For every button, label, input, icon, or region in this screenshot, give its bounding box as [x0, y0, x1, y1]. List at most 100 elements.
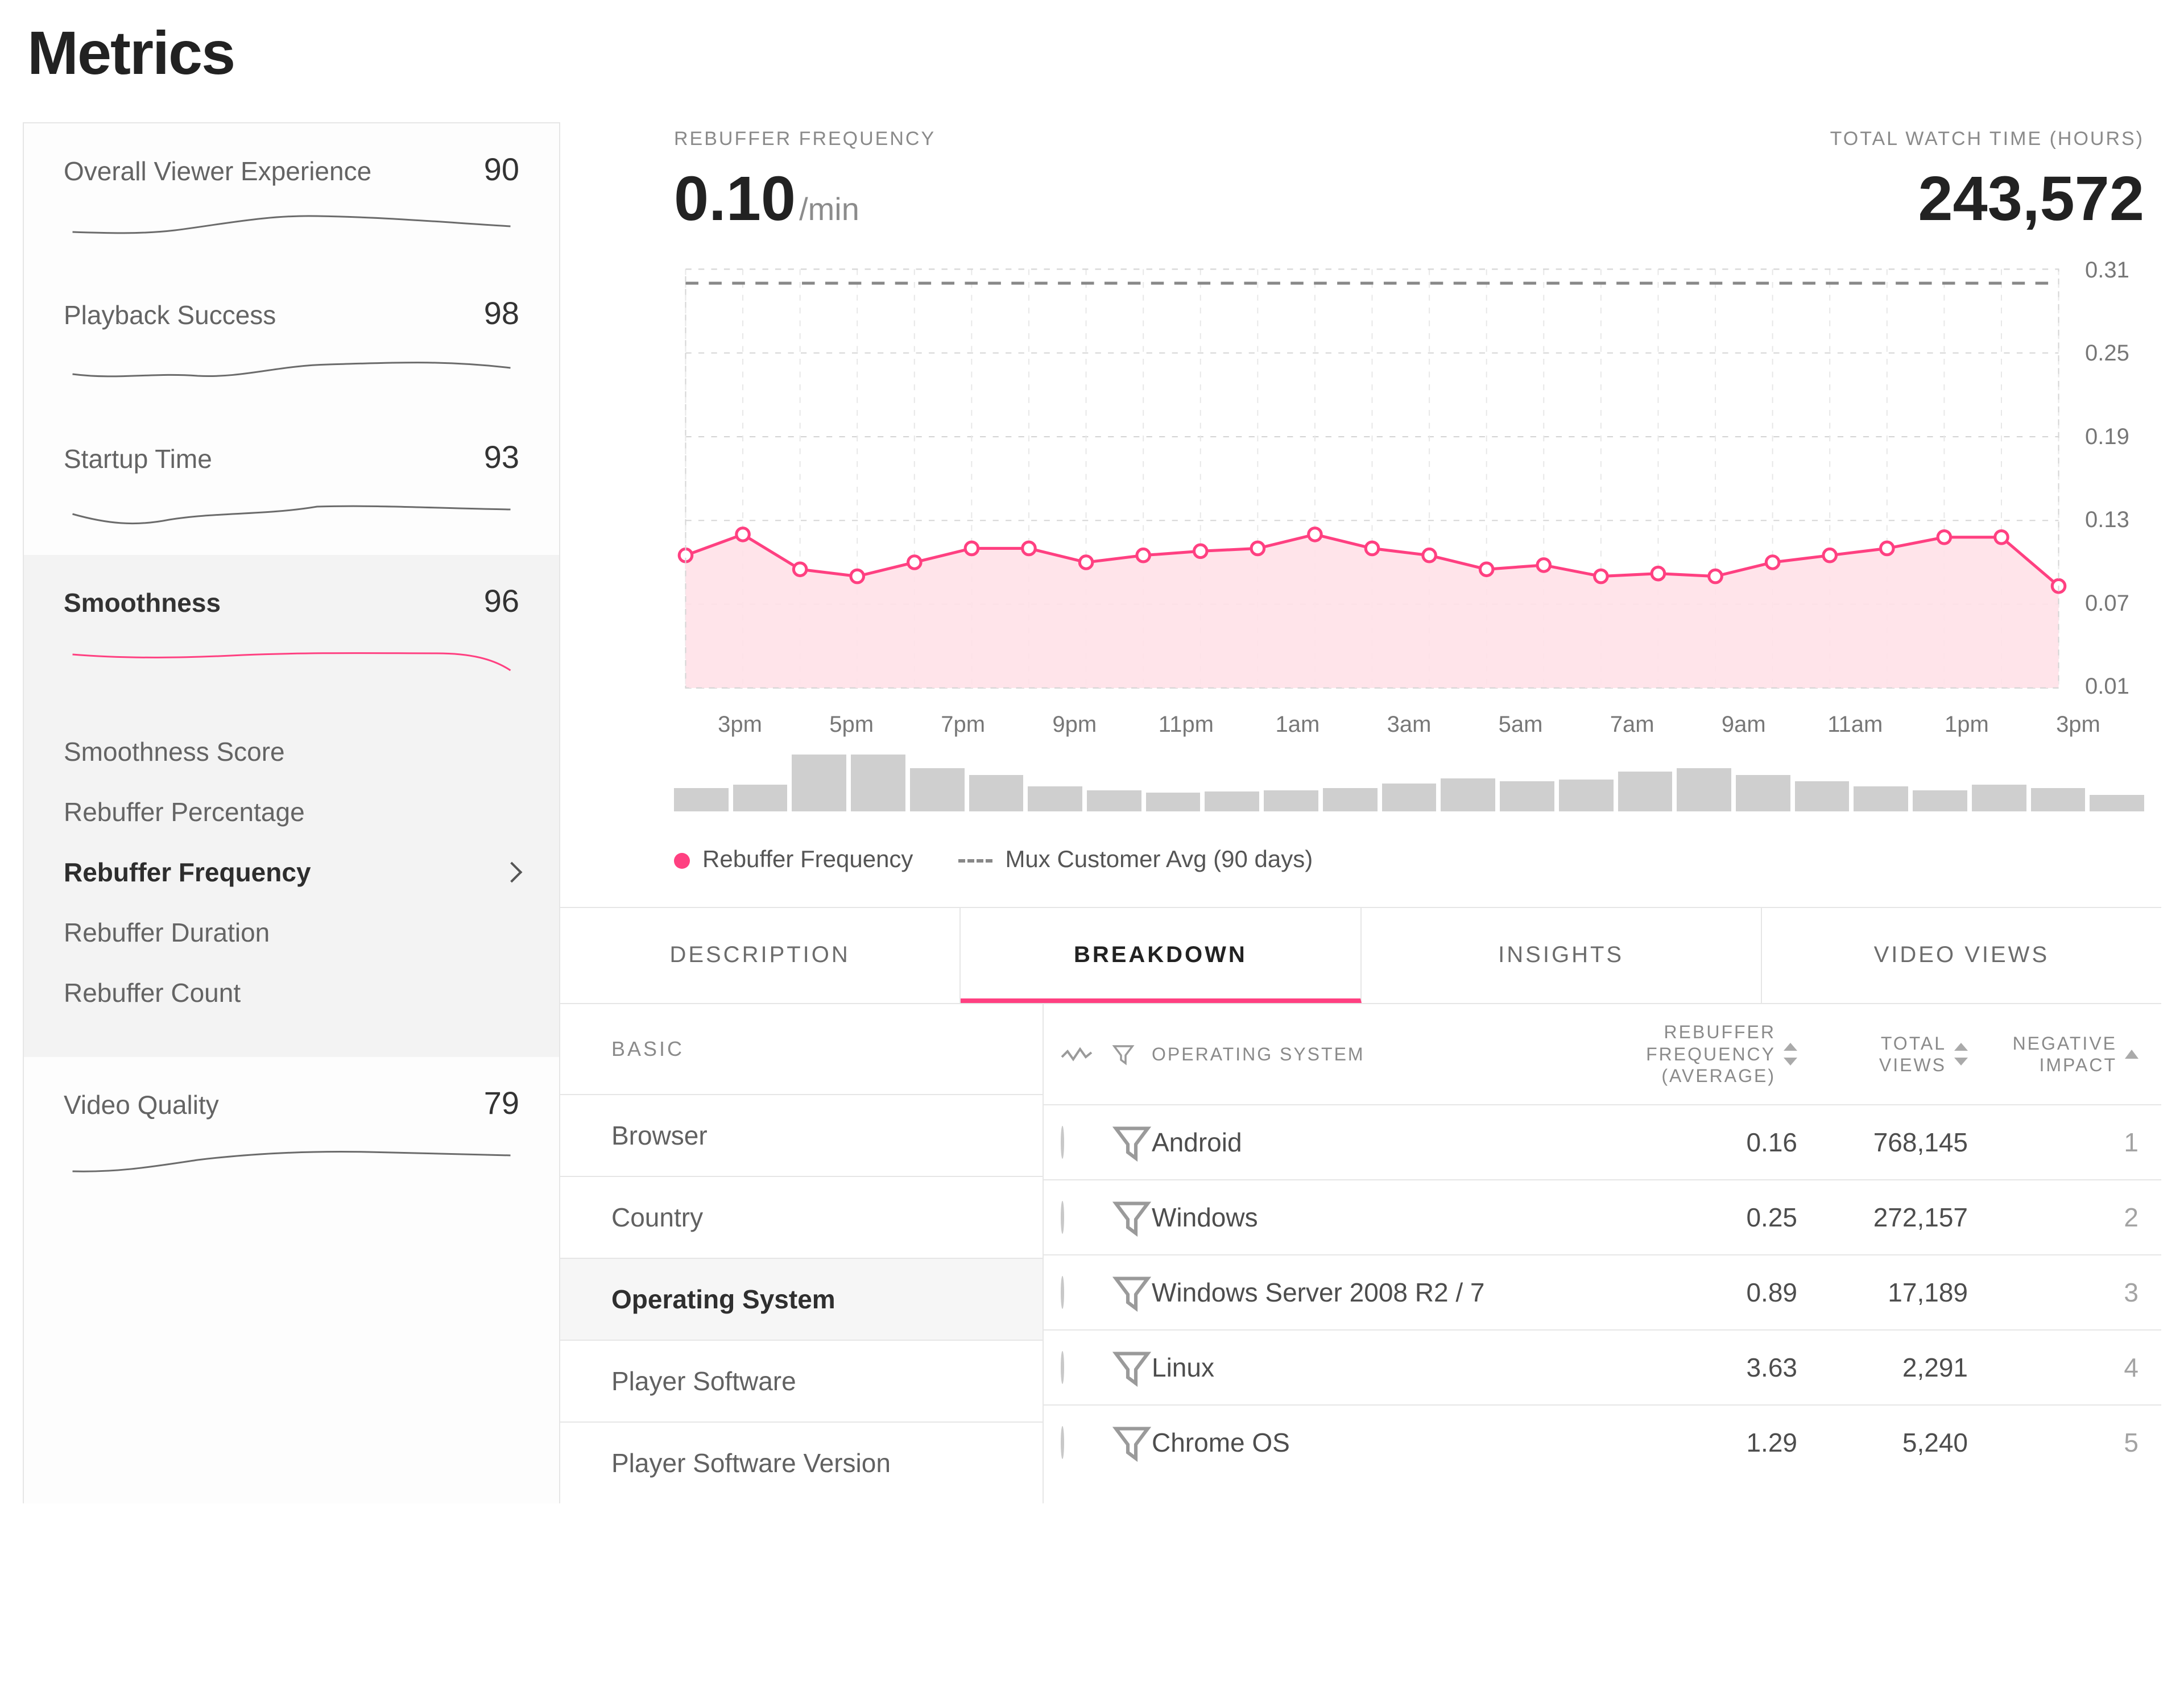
stat-right-value: 243,572 [1918, 163, 2144, 235]
data-header: OPERATING SYSTEM REBUFFER FREQUENCY (AVE… [1044, 1004, 2161, 1105]
row-impact: 3 [1968, 1277, 2138, 1308]
row-views: 5,240 [1797, 1427, 1968, 1458]
col-views[interactable]: TOTAL VIEWS [1797, 1033, 1968, 1076]
wave-icon[interactable] [1061, 1046, 1112, 1063]
subitem-rebuffer-duration[interactable]: Rebuffer Duration [24, 902, 559, 963]
basic-item-operating-system[interactable]: Operating System [560, 1259, 1043, 1341]
tab-breakdown[interactable]: BREAKDOWN [961, 908, 1361, 1003]
x-tick: 9am [1688, 712, 1800, 737]
table-row[interactable]: Linux 3.63 2,291 4 [1044, 1331, 2161, 1406]
row-impact: 4 [1968, 1352, 2138, 1383]
filter-icon[interactable] [1112, 1273, 1152, 1312]
legend-dash-icon [958, 859, 992, 863]
legend-b: Mux Customer Avg (90 days) [1005, 845, 1313, 872]
y-tick: 0.13 [2085, 507, 2144, 533]
volume-bar [1913, 790, 1967, 812]
tab-bar: DESCRIPTIONBREAKDOWNINSIGHTSVIDEO VIEWS [560, 907, 2161, 1004]
row-freq: 0.25 [1581, 1202, 1797, 1233]
subitem-smoothness-score[interactable]: Smoothness Score [24, 722, 559, 782]
volume-bar [674, 788, 729, 811]
row-name: Windows [1152, 1202, 1581, 1233]
table-row[interactable]: Android 0.16 768,145 1 [1044, 1105, 2161, 1180]
filter-icon[interactable] [1112, 1122, 1152, 1162]
stat-right-label: TOTAL WATCH TIME (HOURS) [1830, 128, 2144, 150]
row-radio[interactable] [1061, 1126, 1064, 1159]
x-tick: 3pm [684, 712, 796, 737]
tab-video-views[interactable]: VIDEO VIEWS [1762, 908, 2161, 1003]
volume-bar [733, 785, 788, 811]
basic-item-browser[interactable]: Browser [560, 1095, 1043, 1177]
legend-a: Rebuffer Frequency [702, 845, 913, 872]
metric-video-quality[interactable]: Video Quality 79 [24, 1057, 559, 1201]
metric-overall-viewer-experience[interactable]: Overall Viewer Experience 90 [24, 123, 559, 267]
volume-bar [1618, 772, 1673, 812]
tab-description[interactable]: DESCRIPTION [560, 908, 961, 1003]
main-panel: REBUFFER FREQUENCY 0.10 /min TOTAL WATCH… [560, 122, 2161, 1503]
chevron-right-icon [502, 862, 523, 883]
row-views: 2,291 [1797, 1352, 1968, 1383]
sparkline [64, 205, 519, 244]
y-tick: 0.25 [2085, 341, 2144, 366]
basic-item-player-software[interactable]: Player Software [560, 1341, 1043, 1423]
col-impact[interactable]: NEGATIVE IMPACT [1968, 1033, 2138, 1076]
row-radio[interactable] [1061, 1426, 1064, 1459]
sparkline [64, 1138, 519, 1178]
col-frequency[interactable]: REBUFFER FREQUENCY (AVERAGE) [1581, 1021, 1797, 1087]
row-impact: 2 [1968, 1202, 2138, 1233]
subitem-rebuffer-percentage[interactable]: Rebuffer Percentage [24, 782, 559, 842]
row-name: Android [1152, 1127, 1581, 1158]
row-freq: 3.63 [1581, 1352, 1797, 1383]
volume-bar [1559, 780, 1614, 811]
volume-bar [1087, 790, 1141, 812]
volume-bar [910, 768, 965, 811]
table-row[interactable]: Windows Server 2008 R2 / 7 0.89 17,189 3 [1044, 1255, 2161, 1331]
subitem-rebuffer-frequency[interactable]: Rebuffer Frequency [24, 842, 559, 902]
y-tick: 0.31 [2085, 258, 2144, 283]
x-tick: 3am [1353, 712, 1465, 737]
x-tick: 5am [1465, 712, 1577, 737]
metric-name: Video Quality [64, 1089, 219, 1120]
col-dimension[interactable]: OPERATING SYSTEM [1152, 1043, 1581, 1065]
metric-sublist: Smoothness ScoreRebuffer PercentageRebuf… [24, 699, 559, 1057]
row-radio[interactable] [1061, 1276, 1064, 1309]
metric-playback-success[interactable]: Playback Success 98 [24, 267, 559, 411]
chart-y-axis: 0.310.250.190.130.070.01 [2070, 258, 2144, 699]
table-row[interactable]: Windows 0.25 272,157 2 [1044, 1180, 2161, 1255]
row-views: 272,157 [1797, 1202, 1968, 1233]
metric-startup-time[interactable]: Startup Time 93 [24, 411, 559, 555]
filter-icon[interactable] [1112, 1197, 1152, 1237]
x-tick: 1am [1242, 712, 1353, 737]
basic-item-country[interactable]: Country [560, 1177, 1043, 1259]
filter-icon[interactable] [1112, 1348, 1152, 1387]
y-tick: 0.07 [2085, 591, 2144, 616]
x-tick: 11am [1800, 712, 1911, 737]
volume-bar [1382, 784, 1437, 811]
volume-bar [1500, 781, 1554, 811]
x-tick: 9pm [1019, 712, 1130, 737]
stat-left: REBUFFER FREQUENCY 0.10 /min [674, 128, 936, 235]
tab-insights[interactable]: INSIGHTS [1362, 908, 1762, 1003]
x-tick: 1pm [1911, 712, 2022, 737]
metric-value: 90 [484, 151, 519, 188]
filter-header-icon[interactable] [1112, 1043, 1152, 1066]
volume-bar [969, 775, 1024, 812]
page-title: Metrics [27, 17, 2161, 88]
x-tick: 3pm [2022, 712, 2134, 737]
row-radio[interactable] [1061, 1351, 1064, 1384]
table-row[interactable]: Chrome OS 1.29 5,240 5 [1044, 1406, 2161, 1479]
sidebar: Overall Viewer Experience 90 Playback Su… [23, 122, 560, 1503]
subitem-rebuffer-count[interactable]: Rebuffer Count [24, 963, 559, 1023]
filter-icon[interactable] [1112, 1423, 1152, 1462]
y-tick: 0.19 [2085, 424, 2144, 450]
chart: 0.310.250.190.130.070.01 3pm5pm7pm9pm11p… [560, 258, 2161, 907]
volume-bar [1264, 790, 1318, 812]
metric-smoothness[interactable]: Smoothness 96 [24, 555, 559, 699]
chart-legend: Rebuffer Frequency Mux Customer Avg (90 … [674, 834, 2144, 907]
volume-bar [1323, 788, 1378, 811]
x-tick: 5pm [796, 712, 907, 737]
basic-item-player-software-version[interactable]: Player Software Version [560, 1423, 1043, 1503]
volume-bar [1205, 791, 1259, 811]
row-radio[interactable] [1061, 1201, 1064, 1234]
volume-bar [1441, 778, 1495, 812]
row-name: Linux [1152, 1352, 1581, 1383]
